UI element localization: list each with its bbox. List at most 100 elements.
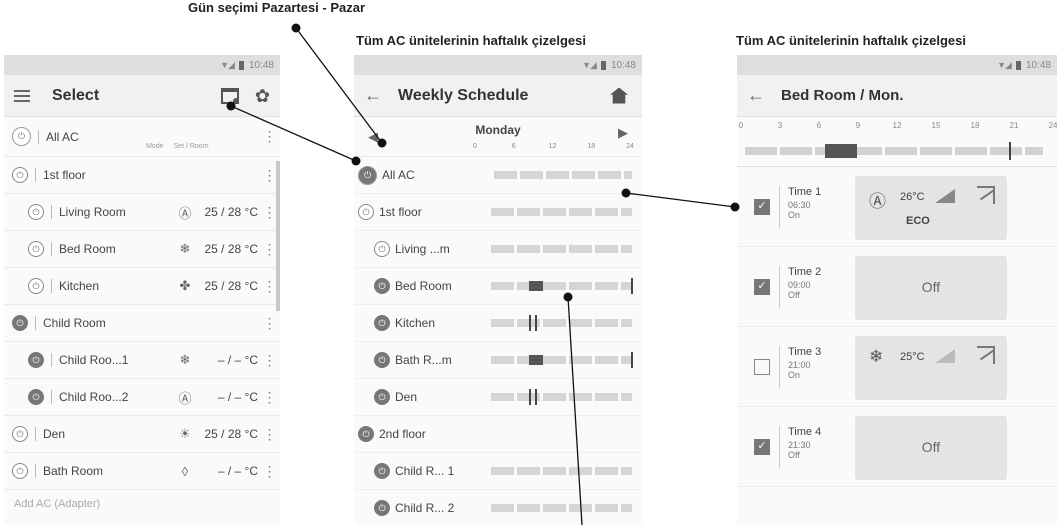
schedule-row[interactable]: ⏻ Den bbox=[354, 379, 642, 416]
power-icon[interactable]: ⏻ bbox=[358, 165, 377, 185]
list-item[interactable]: ⏻ Child Roo...2 Ⓐ – / – °C ⋮ bbox=[4, 379, 280, 416]
schedule-timeline[interactable] bbox=[491, 467, 632, 475]
power-icon[interactable]: ⏻ bbox=[28, 204, 44, 220]
callout-line-all-ac bbox=[625, 192, 736, 208]
schedule-row[interactable]: ⏻ All AC bbox=[354, 157, 642, 194]
add-ac-link[interactable]: Add AC (Adapter) bbox=[4, 498, 280, 510]
next-day-icon[interactable]: ▶ bbox=[618, 125, 628, 141]
power-icon[interactable]: ⏻ bbox=[374, 278, 390, 294]
time-tick: 0 bbox=[738, 121, 744, 130]
list-item[interactable]: ⏻ Kitchen ✤ 25 / 28 °C ⋮ bbox=[4, 268, 280, 305]
timer-row[interactable]: Time 3 21:00 On ❄ 25°C bbox=[737, 327, 1057, 407]
fan-mode-icon: ✤ bbox=[179, 278, 191, 293]
schedule-row[interactable]: ⏻ Child R... 1 bbox=[354, 453, 642, 490]
schedule-marker bbox=[534, 315, 537, 331]
home-icon[interactable] bbox=[610, 87, 628, 104]
power-icon[interactable]: ⏻ bbox=[374, 389, 390, 405]
timer-checkbox[interactable]: ✓ bbox=[754, 198, 770, 215]
list-item-group[interactable]: ⏻ Child Room ⋮ bbox=[4, 305, 280, 342]
timer-checkbox[interactable]: ✓ bbox=[754, 438, 770, 455]
more-vert-icon[interactable]: ⋮ bbox=[258, 128, 280, 145]
schedule-row-label: Child R... 1 bbox=[395, 464, 455, 478]
time-tick: 6 bbox=[816, 121, 822, 130]
schedule-timeline[interactable] bbox=[491, 208, 632, 216]
scrollbar[interactable] bbox=[276, 161, 280, 311]
power-icon[interactable]: ⏻ bbox=[12, 426, 28, 442]
timer-setting-card[interactable]: ❄ 25°C bbox=[855, 336, 1007, 400]
status-time: 10:48 bbox=[248, 59, 274, 71]
calendar-icon[interactable] bbox=[220, 87, 239, 104]
schedule-on-segment bbox=[529, 281, 544, 291]
more-vert-icon[interactable]: ⋮ bbox=[258, 389, 280, 406]
timer-time: 21:00 bbox=[788, 359, 811, 370]
more-vert-icon[interactable]: ⋮ bbox=[258, 315, 280, 332]
power-icon[interactable]: ⏻ bbox=[374, 352, 390, 368]
cool-mode-icon: ❄ bbox=[179, 352, 191, 367]
more-vert-icon[interactable]: ⋮ bbox=[258, 463, 280, 480]
timer-checkbox[interactable] bbox=[754, 358, 770, 375]
back-arrow-icon[interactable]: ← bbox=[747, 85, 765, 106]
timer-off-card[interactable]: Off bbox=[855, 256, 1007, 320]
power-icon[interactable]: ⏻ bbox=[12, 127, 31, 146]
louver-swing-icon bbox=[977, 186, 995, 204]
timer-setting-card[interactable]: Ⓐ 26°C ECO bbox=[855, 176, 1007, 240]
time-tick: 24 bbox=[626, 143, 634, 150]
signal-icon: ▼◢ bbox=[582, 59, 597, 70]
schedule-row[interactable]: ⏻ 1st floor bbox=[354, 194, 642, 231]
schedule-timeline[interactable] bbox=[491, 352, 633, 368]
timer-off-label: Off bbox=[921, 279, 941, 295]
power-icon[interactable]: ⏻ bbox=[358, 204, 374, 220]
timer-row[interactable]: ✓ Time 2 09:00 Off Off bbox=[737, 247, 1057, 327]
power-icon[interactable]: ⏻ bbox=[28, 241, 44, 257]
list-item-label: All AC bbox=[46, 129, 79, 144]
timer-off-card[interactable]: Off bbox=[855, 416, 1007, 480]
power-icon[interactable]: ⏻ bbox=[374, 315, 390, 331]
status-time: 10:48 bbox=[1025, 59, 1051, 71]
list-item[interactable]: ⏻ Living Room Ⓐ 25 / 28 °C ⋮ bbox=[4, 194, 280, 231]
list-item[interactable]: ⏻ Bed Room ❄ 25 / 28 °C ⋮ bbox=[4, 231, 280, 268]
timer-checkbox[interactable]: ✓ bbox=[754, 278, 770, 295]
power-icon[interactable]: ⏻ bbox=[374, 500, 390, 516]
schedule-row[interactable]: ⏻ Living ...m bbox=[354, 231, 642, 268]
back-arrow-icon[interactable]: ← bbox=[364, 85, 382, 106]
power-icon[interactable]: ⏻ bbox=[28, 352, 44, 368]
schedule-timeline[interactable] bbox=[491, 278, 633, 294]
schedule-row-label: Kitchen bbox=[395, 316, 436, 330]
list-item[interactable]: ⏻ Den ☀ 25 / 28 °C ⋮ bbox=[4, 416, 280, 453]
power-icon[interactable]: ⏻ bbox=[12, 315, 28, 331]
menu-icon[interactable] bbox=[14, 89, 30, 102]
power-icon[interactable]: ⏻ bbox=[12, 167, 28, 183]
column-mode-label: Mode bbox=[146, 143, 164, 150]
schedule-on-segment bbox=[825, 144, 857, 158]
schedule-timeline[interactable] bbox=[491, 389, 632, 405]
more-vert-icon[interactable]: ⋮ bbox=[258, 426, 280, 443]
power-icon[interactable]: ⏻ bbox=[12, 463, 28, 479]
temperature-value: 25 / 28 °C bbox=[204, 279, 259, 293]
more-vert-icon[interactable]: ⋮ bbox=[258, 352, 280, 369]
schedule-timeline[interactable] bbox=[491, 315, 632, 331]
power-icon[interactable]: ⏻ bbox=[28, 389, 44, 405]
schedule-timeline[interactable] bbox=[494, 171, 632, 179]
status-time: 10:48 bbox=[610, 59, 636, 71]
power-icon[interactable]: ⏻ bbox=[374, 241, 390, 257]
schedule-timeline[interactable] bbox=[491, 504, 632, 512]
list-item[interactable]: ⏻ Bath Room ◊ – / – °C ⋮ bbox=[4, 453, 280, 490]
schedule-row[interactable]: ⏻ Child R... 2 bbox=[354, 490, 642, 525]
schedule-row[interactable]: ⏻ 2nd floor bbox=[354, 416, 642, 453]
power-icon[interactable]: ⏻ bbox=[28, 278, 44, 294]
power-icon[interactable]: ⏻ bbox=[358, 426, 374, 442]
schedule-row[interactable]: ⏻ Bath R...m bbox=[354, 342, 642, 379]
power-icon[interactable]: ⏻ bbox=[374, 463, 390, 479]
day-timeline-bar[interactable] bbox=[745, 142, 1043, 160]
timer-row[interactable]: ✓ Time 4 21:30 Off Off bbox=[737, 407, 1057, 487]
timer-row[interactable]: ✓ Time 1 06:30 On Ⓐ 26°C ECO bbox=[737, 167, 1057, 247]
time-tick: 6 bbox=[511, 143, 516, 150]
list-item-all-ac[interactable]: ⏻ All AC Mode Set / Room ⋮ bbox=[4, 117, 280, 157]
schedule-row[interactable]: ⏻ Bed Room bbox=[354, 268, 642, 305]
schedule-row[interactable]: ⏻ Kitchen bbox=[354, 305, 642, 342]
list-item-label: Child Roo...2 bbox=[59, 390, 129, 404]
gear-icon[interactable]: ✿ bbox=[255, 87, 270, 105]
list-item[interactable]: ⏻ Child Roo...1 ❄ – / – °C ⋮ bbox=[4, 342, 280, 379]
schedule-timeline[interactable] bbox=[491, 245, 632, 253]
list-item-group[interactable]: ⏻ 1st floor ⋮ bbox=[4, 157, 280, 194]
